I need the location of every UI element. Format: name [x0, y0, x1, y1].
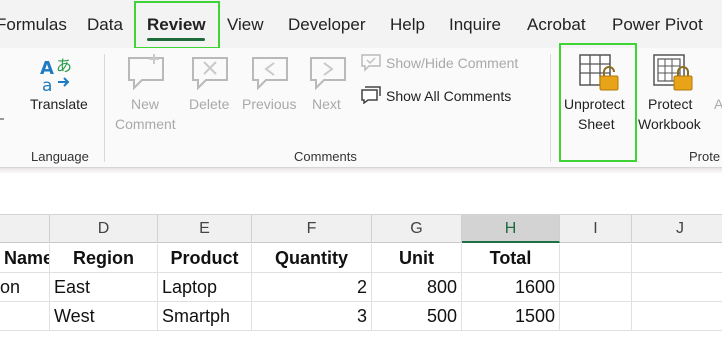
cell-total[interactable]: 1500 — [462, 302, 560, 331]
tab-inquire[interactable]: Inquire — [449, 14, 501, 36]
new-comment-label-line2: Comment — [115, 116, 176, 132]
previous-comment-label: Previous — [242, 96, 297, 112]
cell-empty[interactable] — [632, 244, 722, 273]
partial-row — [0, 331, 722, 338]
cell-unit[interactable]: 800 — [372, 273, 462, 302]
cell-empty[interactable] — [632, 302, 722, 331]
tab-acrobat[interactable]: Acrobat — [527, 14, 586, 36]
cell-product[interactable]: Smartph — [158, 302, 252, 331]
cell-empty[interactable] — [560, 244, 632, 273]
group-divider — [104, 54, 105, 162]
show-all-comments-label: Show All Comments — [386, 88, 512, 104]
cell-header-name[interactable]: Name — [0, 244, 50, 273]
cell-name[interactable] — [0, 302, 50, 331]
cell-quantity[interactable]: 3 — [252, 302, 372, 331]
column-header-i[interactable]: I — [560, 215, 632, 243]
new-comment-icon — [128, 54, 164, 91]
translate-icon: A あ a — [40, 56, 72, 94]
unprotect-sheet-icon — [579, 54, 619, 91]
formula-bar-area — [0, 174, 722, 210]
column-header-j[interactable]: J — [632, 215, 722, 243]
comments-group-label: Comments — [294, 149, 357, 164]
cell-header-quantity[interactable]: Quantity — [252, 244, 372, 273]
column-header-c[interactable] — [0, 215, 50, 243]
unprotect-sheet-label-line2: Sheet — [578, 116, 615, 132]
cell-unit[interactable]: 500 — [372, 302, 462, 331]
protect-workbook-icon — [653, 54, 693, 91]
tab-view[interactable]: View — [227, 14, 264, 36]
delete-comment-icon — [192, 57, 228, 91]
cell-empty[interactable] — [632, 273, 722, 302]
translate-label: Translate — [30, 96, 88, 112]
delete-comment-label: Delete — [189, 96, 230, 112]
ribbon-tab-bar: Formulas Data Review View Developer Help… — [0, 0, 722, 48]
cutoff-button-label[interactable]: A — [714, 94, 722, 114]
column-header-h[interactable]: H — [462, 215, 560, 243]
cell-header-unit[interactable]: Unit — [372, 244, 462, 273]
new-comment-label-line1: New — [131, 96, 160, 112]
collapsed-group-marker — [0, 118, 4, 120]
cell-quantity[interactable]: 2 — [252, 273, 372, 302]
tab-help[interactable]: Help — [390, 14, 425, 36]
protect-group-label: Prote — [689, 149, 721, 164]
column-header-d[interactable]: D — [50, 215, 158, 243]
active-tab-indicator — [147, 38, 205, 41]
cell-header-product[interactable]: Product — [158, 244, 252, 273]
cell-empty[interactable] — [560, 273, 632, 302]
column-header-row: D E F G H I J — [0, 214, 722, 243]
cell-header-region[interactable]: Region — [50, 244, 158, 273]
cell-region[interactable]: East — [50, 273, 158, 302]
tab-data[interactable]: Data — [87, 14, 123, 36]
protect-workbook-label-line2: Workbook — [638, 116, 701, 132]
tab-formulas[interactable]: Formulas — [0, 14, 67, 36]
group-divider — [550, 54, 551, 162]
cell-empty[interactable] — [560, 302, 632, 331]
cell-region[interactable]: West — [50, 302, 158, 331]
next-comment-label: Next — [312, 96, 341, 112]
cell-header-total[interactable]: Total — [462, 244, 560, 273]
svg-text:a: a — [42, 76, 52, 94]
show-hide-comment-icon — [361, 54, 381, 72]
cell-total[interactable]: 1600 — [462, 273, 560, 302]
show-hide-comment-label: Show/Hide Comment — [386, 55, 519, 71]
next-comment-icon — [310, 57, 346, 91]
tab-power-pivot[interactable]: Power Pivot — [612, 14, 703, 36]
cell-name[interactable]: on — [0, 273, 50, 302]
language-group-label: Language — [31, 149, 89, 164]
previous-comment-icon — [252, 57, 288, 91]
tab-review[interactable]: Review — [147, 14, 206, 36]
svg-text:あ: あ — [56, 56, 72, 75]
protect-workbook-label-line1: Protect — [648, 96, 693, 112]
ribbon-panel: A あ a Translate Language New Comment Del… — [0, 48, 722, 168]
unprotect-sheet-label-line1: Unprotect — [564, 96, 625, 112]
column-header-g[interactable]: G — [372, 215, 462, 243]
column-header-f[interactable]: F — [252, 215, 372, 243]
column-header-e[interactable]: E — [158, 215, 252, 243]
tab-developer[interactable]: Developer — [288, 14, 366, 36]
show-all-comments-icon — [361, 86, 381, 104]
cell-product[interactable]: Laptop — [158, 273, 252, 302]
